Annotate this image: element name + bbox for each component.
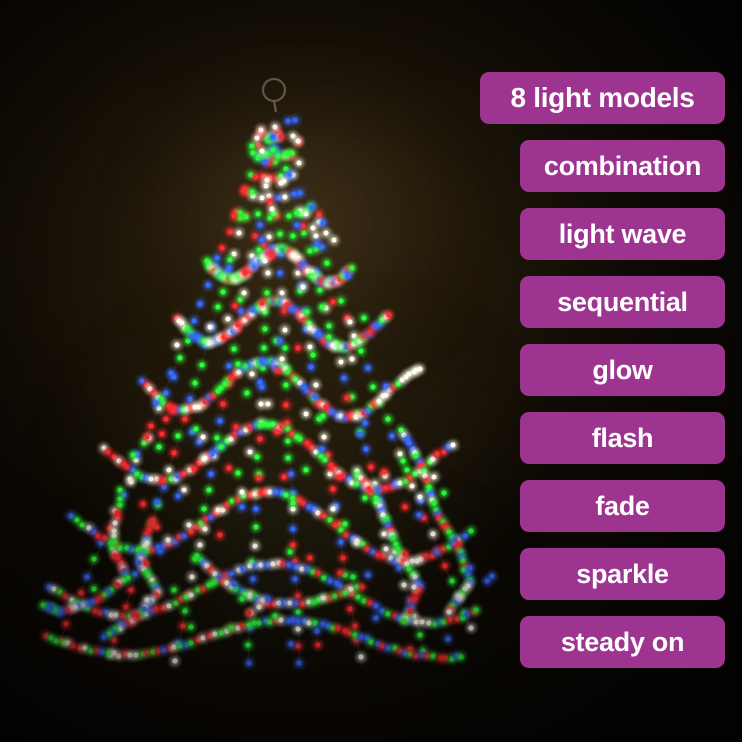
feature-label-chip: steady on	[520, 616, 725, 668]
product-marketing-image: 8 light models combination light wave seque…	[0, 0, 742, 742]
feature-label-chip: sequential	[520, 276, 725, 328]
feature-label-list: 8 light models combination light wave seque…	[480, 72, 725, 668]
feature-label-chip: combination	[520, 140, 725, 192]
hanging-ring-icon	[261, 77, 287, 113]
feature-label-chip: glow	[520, 344, 725, 396]
feature-label-chip: flash	[520, 412, 725, 464]
feature-label-chip: light wave	[520, 208, 725, 260]
feature-label-chip: 8 light models	[480, 72, 725, 124]
feature-label-chip: fade	[520, 480, 725, 532]
feature-label-chip: sparkle	[520, 548, 725, 600]
